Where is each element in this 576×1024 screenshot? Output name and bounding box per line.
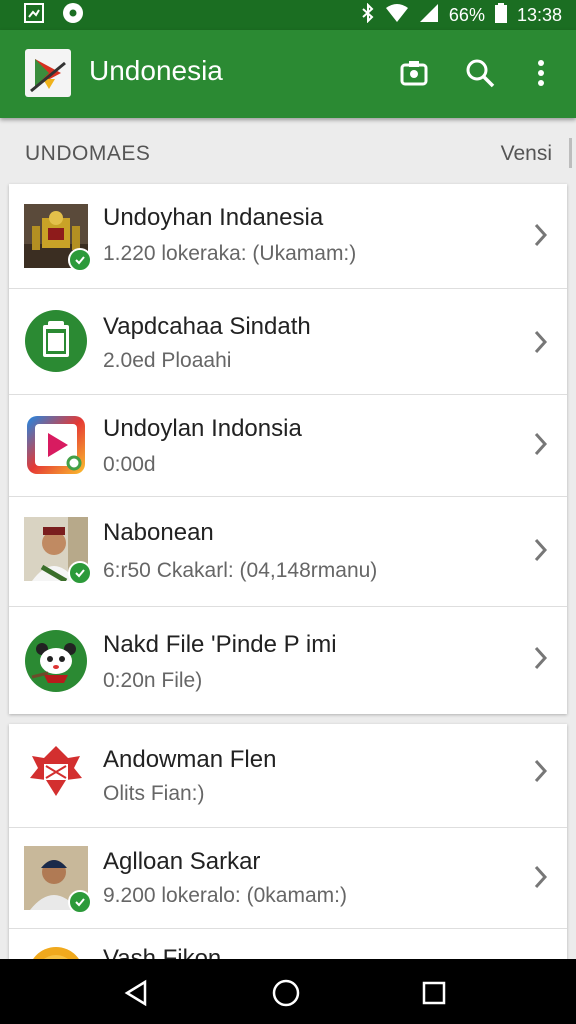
home-icon[interactable]: [268, 975, 304, 1011]
list-card-secondary: Andowman Flen Olits Fian:) Aglloan Sarka…: [9, 724, 567, 964]
list-item-subtitle: Olits Fian:): [103, 782, 205, 805]
list-item[interactable]: Vapdcahaa Sindath 2.0ed Ploaahi: [9, 289, 567, 395]
more-vert-icon[interactable]: [524, 56, 558, 90]
list-item[interactable]: Aglloan Sarkar 9.200 lokeralo: (0kamam:): [9, 828, 567, 929]
app-logo: [25, 49, 71, 97]
list-item-subtitle: 1.220 lokeraka: (Ukamam:): [103, 242, 357, 265]
recents-icon[interactable]: [416, 975, 452, 1011]
list-item-title: Undoyhan Indanesia: [103, 204, 324, 231]
app-bar: Undonesia: [0, 30, 576, 118]
list-item-title: Nakd File 'Pinde P imi: [103, 631, 337, 658]
app-title: Undonesia: [89, 55, 223, 86]
chevron-right-icon: [534, 646, 548, 670]
chevron-right-icon: [534, 759, 548, 783]
section-title: UNDOMAES: [25, 142, 151, 165]
chevron-right-icon: [534, 432, 548, 456]
verified-badge-icon: [68, 561, 92, 585]
battery-icon: [494, 2, 507, 28]
emblem-thumbnail: [24, 204, 92, 272]
chevron-right-icon: [534, 330, 548, 354]
signal-icon: [419, 3, 439, 28]
list-item[interactable]: Undoyhan Indanesia 1.220 lokeraka: (Ukam…: [9, 184, 567, 289]
person-thumbnail: [24, 517, 92, 585]
person-thumbnail: [24, 846, 92, 914]
list-item[interactable]: Andowman Flen Olits Fian:): [9, 724, 567, 828]
verified-badge-icon: [68, 248, 92, 272]
list-item-title: Vapdcahaa Sindath: [103, 313, 311, 340]
verified-badge-icon: [68, 890, 92, 914]
chevron-right-icon: [534, 223, 548, 247]
chevron-right-icon: [534, 865, 548, 889]
media-notification-icon: [62, 2, 84, 29]
list-item-subtitle: 0:00d: [103, 453, 156, 476]
screenshot-notification-icon: [24, 2, 44, 28]
battery-percent: 66%: [448, 4, 485, 25]
search-icon[interactable]: [463, 56, 497, 90]
wifi-icon: [385, 3, 409, 28]
chevron-right-icon: [534, 538, 548, 562]
video-app-icon: [24, 413, 88, 477]
panda-icon: [24, 629, 88, 693]
list-item-subtitle: 6:r50 Ckakarl: (04,148rmanu): [103, 559, 378, 582]
navigation-bar: [0, 959, 576, 1024]
section-right-label[interactable]: Vensi: [501, 142, 552, 166]
list-item-subtitle: 9.200 lokeralo: (0kamam:): [103, 884, 347, 907]
list-item-title: Andowman Flen: [103, 746, 277, 773]
list-card-primary: Undoyhan Indanesia 1.220 lokeraka: (Ukam…: [9, 184, 567, 714]
section-header: UNDOMAES Vensi: [0, 124, 576, 182]
scroll-indicator: [569, 138, 572, 168]
clipboard-icon: [24, 309, 88, 373]
camera-icon[interactable]: [397, 56, 431, 90]
list-item-title: Undoylan Indonsia: [103, 415, 302, 442]
list-item-subtitle: 2.0ed Ploaahi: [103, 349, 232, 372]
bluetooth-icon: [361, 2, 375, 28]
list-item-title: Nabonean: [103, 519, 214, 546]
list-item-subtitle: 0:20n File): [103, 669, 203, 692]
list-item[interactable]: Nakd File 'Pinde P imi 0:20n File): [9, 607, 567, 714]
back-icon[interactable]: [118, 975, 154, 1011]
list-item-title: Aglloan Sarkar: [103, 848, 261, 875]
eagle-logo: [24, 742, 88, 806]
status-bar: 66% 13:38: [0, 0, 576, 30]
clock: 13:38: [516, 4, 562, 25]
list-item[interactable]: Undoylan Indonsia 0:00d: [9, 395, 567, 497]
list-item[interactable]: Nabonean 6:r50 Ckakarl: (04,148rmanu): [9, 497, 567, 607]
